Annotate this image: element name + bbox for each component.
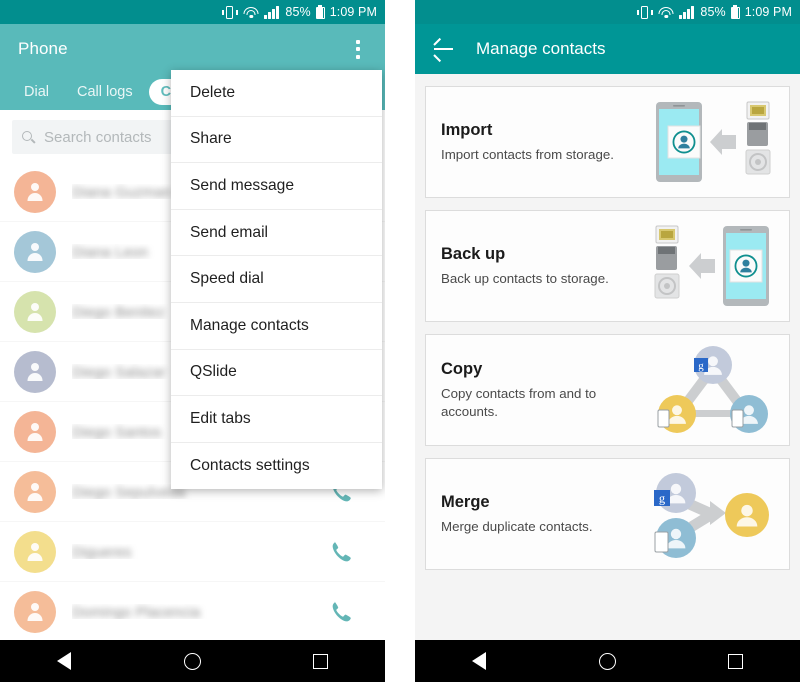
home-button[interactable] [164,640,220,682]
card-description: Back up contacts to storage. [441,270,609,286]
battery-percent: 85% [285,5,311,19]
card-description: Merge duplicate contacts. [441,518,593,534]
left-phone-screen: 85% 1:09 PM Phone Dial Call logs Contact… [0,0,385,682]
card-title: Merge [441,492,490,511]
card-description: Copy contacts from and to accounts. [441,385,597,419]
import-art [650,96,775,188]
merge-art: g [650,468,775,560]
vibrate-icon [636,5,653,19]
card-title: Back up [441,244,506,263]
svg-text:g: g [698,360,704,372]
manage-contacts-panel: Import Import contacts from storage. Back … [415,74,800,640]
home-button[interactable] [579,640,635,682]
system-nav-bar [0,640,385,682]
menu-item-manage-contacts[interactable]: Manage contacts [171,303,382,350]
clock-time: 1:09 PM [329,5,377,19]
overflow-menu: Delete Share Send message Send email Speed d… [171,70,382,490]
menu-item-share[interactable]: Share [171,117,382,164]
page-title: Manage contacts [476,39,606,58]
system-nav-bar [415,640,800,682]
card-description: Import contacts from storage. [441,146,614,162]
clock-time: 1:09 PM [744,5,792,19]
menu-item-speed-dial[interactable]: Speed dial [171,256,382,303]
back-button[interactable] [36,640,92,682]
back-arrow-icon[interactable] [432,37,454,62]
recents-button[interactable] [708,640,764,682]
vibrate-icon [221,5,238,19]
signal-bars-icon [679,5,695,19]
wifi-icon [658,6,674,19]
backup-art [650,220,775,312]
menu-item-contacts-settings[interactable]: Contacts settings [171,443,382,490]
app-bar: Manage contacts [415,24,800,74]
menu-item-send-message[interactable]: Send message [171,163,382,210]
battery-icon [730,5,740,19]
menu-item-qslide[interactable]: QSlide [171,350,382,397]
card-copy[interactable]: Copy Copy contacts from and to accounts. g [425,334,790,446]
recents-button[interactable] [293,640,349,682]
card-back-up[interactable]: Back up Back up contacts to storage. [425,210,790,322]
back-button[interactable] [451,640,507,682]
battery-icon [315,5,325,19]
status-bar: 85% 1:09 PM [415,0,800,24]
signal-bars-icon [264,5,280,19]
card-merge[interactable]: Merge Merge duplicate contacts. g [425,458,790,570]
svg-text:g: g [659,491,665,505]
menu-item-send-email[interactable]: Send email [171,210,382,257]
menu-item-edit-tabs[interactable]: Edit tabs [171,396,382,443]
screen-gutter [385,0,415,682]
dual-screenshot: 85% 1:09 PM Phone Dial Call logs Contact… [0,0,800,682]
status-bar: 85% 1:09 PM [0,0,385,24]
menu-item-delete[interactable]: Delete [171,70,382,117]
card-title: Import [441,120,493,139]
right-phone-screen: 85% 1:09 PM Manage contacts Import Import… [415,0,800,682]
card-title: Copy [441,359,483,378]
copy-art: g [650,344,775,436]
battery-percent: 85% [700,5,726,19]
card-import[interactable]: Import Import contacts from storage. [425,86,790,198]
wifi-icon [243,6,259,19]
